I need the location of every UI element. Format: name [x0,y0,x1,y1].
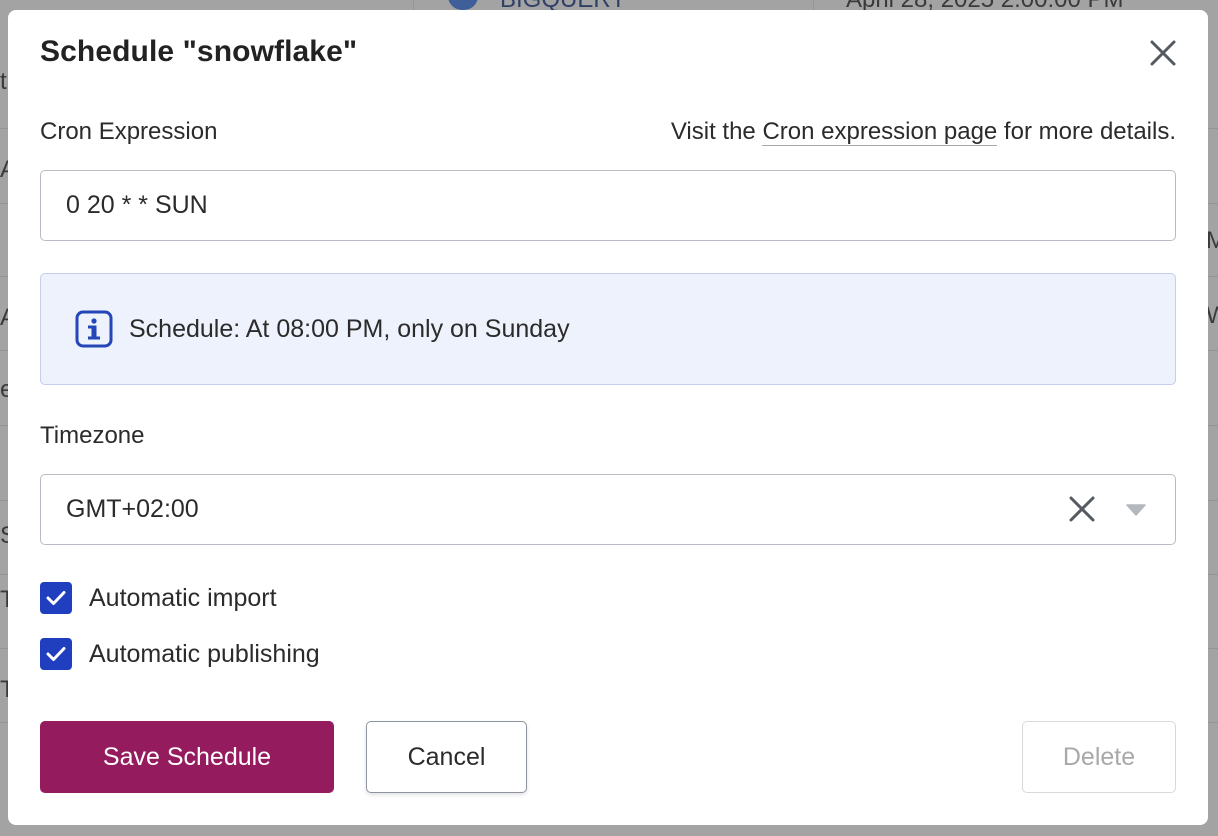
close-button[interactable] [1146,36,1180,70]
checkmark-icon [46,591,66,605]
schedule-description: Schedule: At 08:00 PM, only on Sunday [129,314,570,343]
bigquery-logo-icon [448,0,478,10]
automatic-publishing-checkbox-row[interactable]: Automatic publishing [40,638,320,670]
automatic-publishing-checkbox[interactable] [40,638,72,670]
close-icon [1150,40,1176,66]
checkmark-icon [46,647,66,661]
cron-help-text: Visit the Cron expression page for more … [671,118,1176,146]
cancel-button[interactable]: Cancel [366,721,527,793]
chevron-down-icon [1126,504,1146,516]
save-schedule-button[interactable]: Save Schedule [40,721,334,793]
close-icon [1069,496,1095,522]
schedule-info-box: Schedule: At 08:00 PM, only on Sunday [40,273,1176,385]
background-text-fragment: t [0,68,7,95]
delete-button[interactable]: Delete [1022,721,1176,793]
cron-help-prefix: Visit the [670,118,763,145]
schedule-dialog: Schedule "snowflake" Cron Expression Vis… [8,10,1208,825]
cron-help-suffix: for more details. [997,118,1176,145]
timezone-select[interactable]: GMT+02:00 [40,474,1176,545]
automatic-import-checkbox-row[interactable]: Automatic import [40,582,277,614]
info-icon [75,310,113,348]
cron-expression-input[interactable] [40,170,1176,241]
dialog-title: Schedule "snowflake" [40,35,358,68]
timezone-dropdown-toggle[interactable] [1125,499,1147,521]
timezone-clear-button[interactable] [1065,492,1099,526]
automatic-import-label: Automatic import [89,583,277,612]
timezone-selected-value: GMT+02:00 [66,495,199,523]
automatic-publishing-label: Automatic publishing [89,639,320,668]
cron-expression-label: Cron Expression [40,118,218,145]
cron-expression-page-link[interactable]: Cron expression page [762,118,998,146]
timezone-label: Timezone [40,422,145,449]
automatic-import-checkbox[interactable] [40,582,72,614]
